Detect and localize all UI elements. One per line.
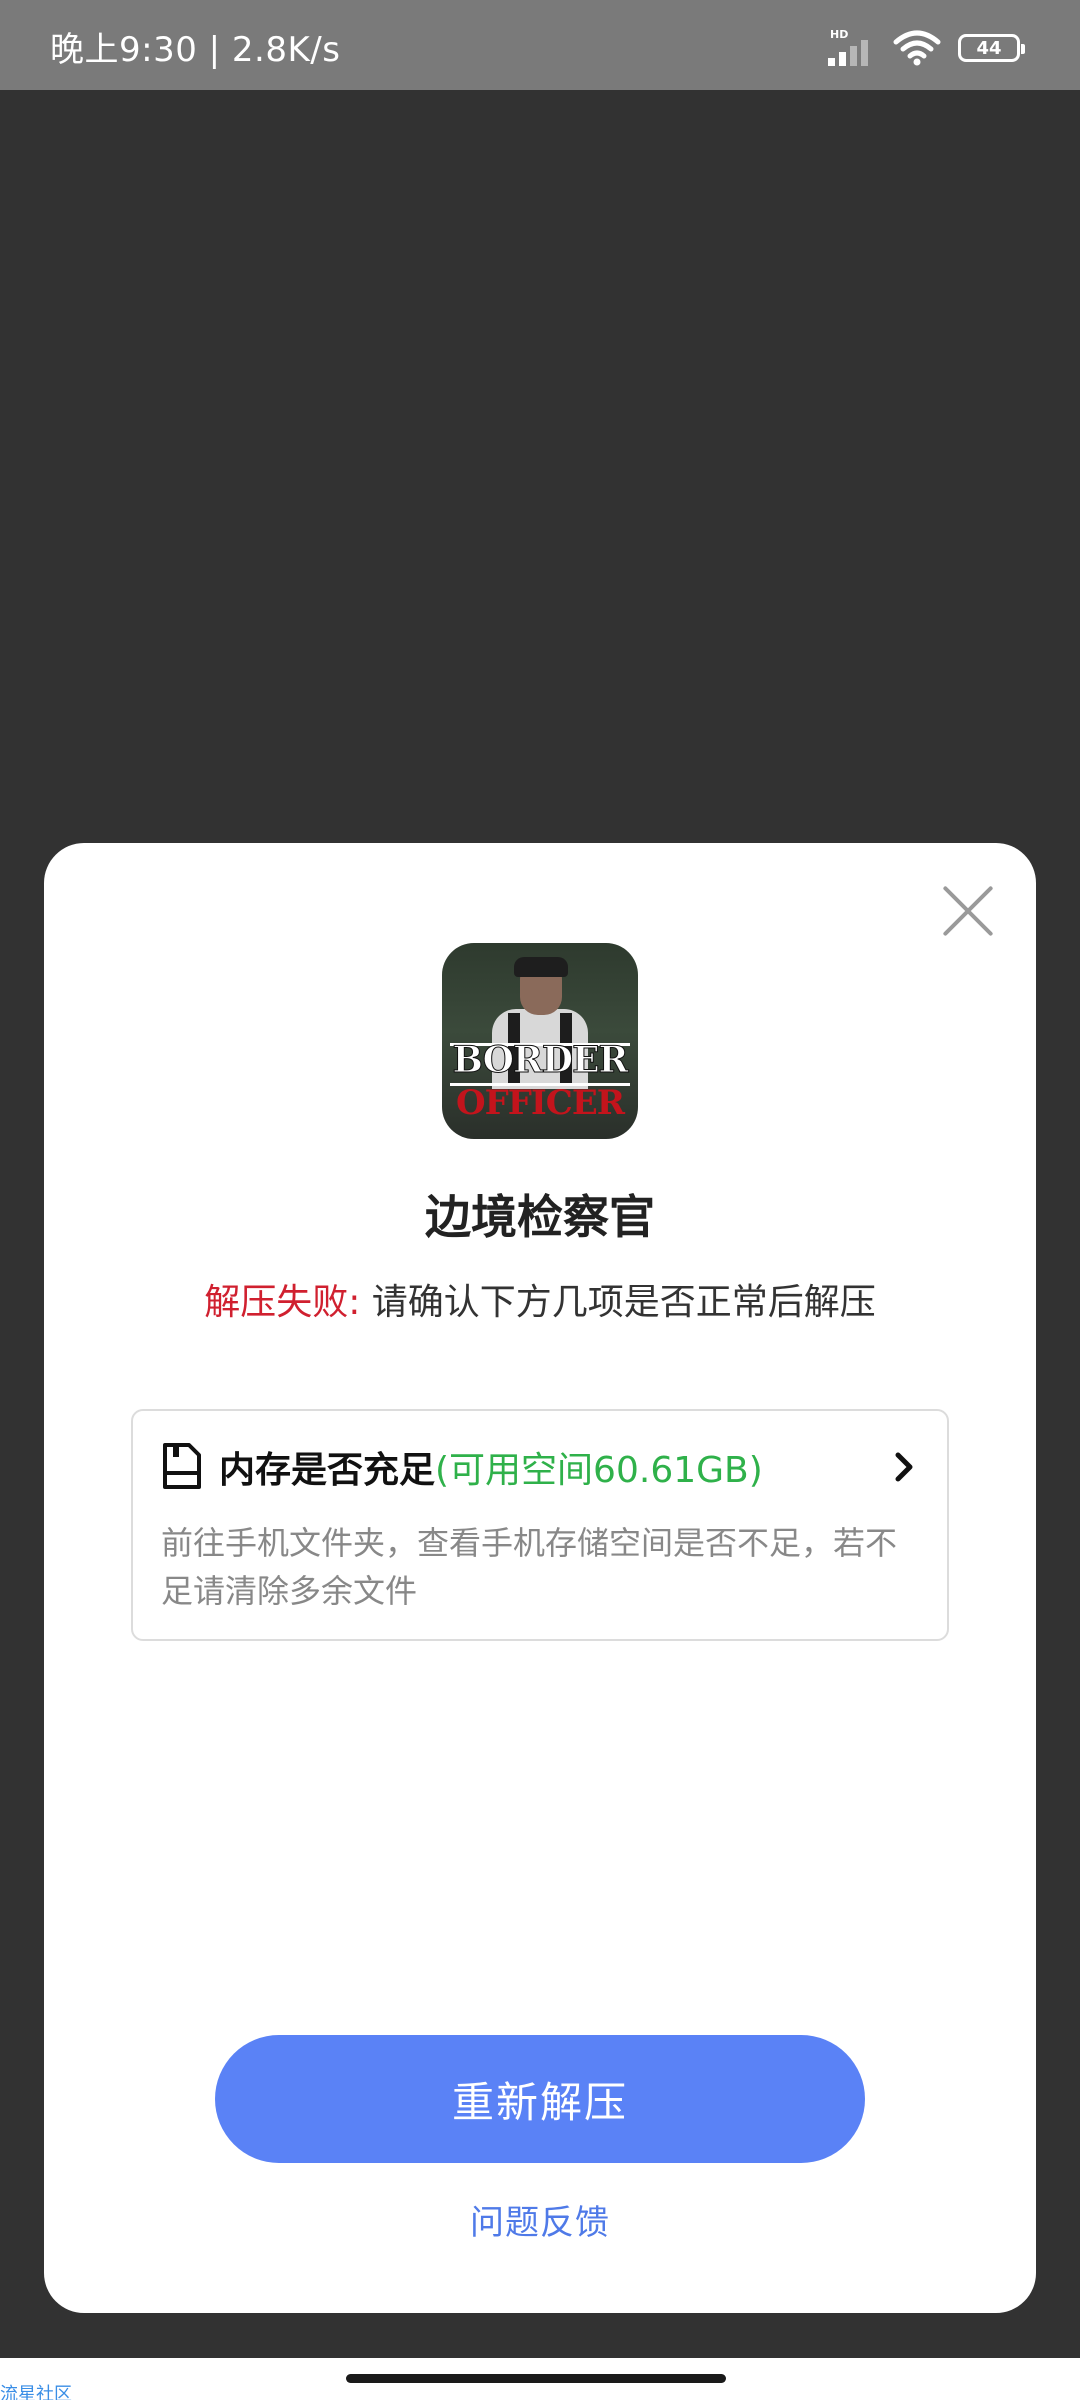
close-icon[interactable]: [940, 883, 996, 939]
battery-icon: 44: [958, 34, 1025, 62]
battery-level: 44: [976, 37, 1002, 59]
signal-icon: HD: [828, 28, 876, 68]
chevron-right-icon: [895, 1452, 913, 1482]
error-label: 解压失败:: [204, 1282, 361, 1323]
extract-failed-dialog: BORDER OFFICER 边境检察官 解压失败: 请确认下方几项是否正常后解…: [44, 843, 1036, 2313]
watermark-text: 流星社区: [0, 2384, 72, 2400]
sd-card-icon: [163, 1443, 201, 1489]
error-message: 请确认下方几项是否正常后解压: [371, 1282, 876, 1323]
storage-check-description: 前往手机文件夹，查看手机存储空间是否不足，若不足请清除多余文件: [161, 1524, 898, 1610]
status-bar: 晚上9:30 | 2.8K/s HD 44: [0, 0, 1080, 90]
icon-text-officer: OFFICER: [455, 1083, 625, 1123]
retry-extract-button[interactable]: 重新解压: [215, 2035, 865, 2163]
status-icons: HD 44: [828, 28, 1025, 68]
home-indicator[interactable]: [346, 2374, 726, 2383]
available-space: (可用空间60.61GB): [435, 1450, 763, 1491]
error-message-line: 解压失败: 请确认下方几项是否正常后解压: [44, 1273, 1036, 1325]
storage-check-item[interactable]: 内存是否充足(可用空间60.61GB) 前往手机文件夹，查看手机存储空间是否不足…: [131, 1409, 949, 1641]
game-app-icon: BORDER OFFICER: [442, 943, 638, 1139]
status-time-speed: 晚上9:30 | 2.8K/s: [50, 30, 341, 70]
feedback-link[interactable]: 问题反馈: [44, 2195, 1036, 2244]
wifi-icon: [893, 30, 941, 66]
icon-text-border: BORDER: [452, 1039, 629, 1082]
storage-check-label: 内存是否充足: [219, 1450, 436, 1491]
game-title: 边境检察官: [425, 1190, 655, 1244]
storage-check-title: 内存是否充足(可用空间60.61GB): [219, 1441, 763, 1493]
